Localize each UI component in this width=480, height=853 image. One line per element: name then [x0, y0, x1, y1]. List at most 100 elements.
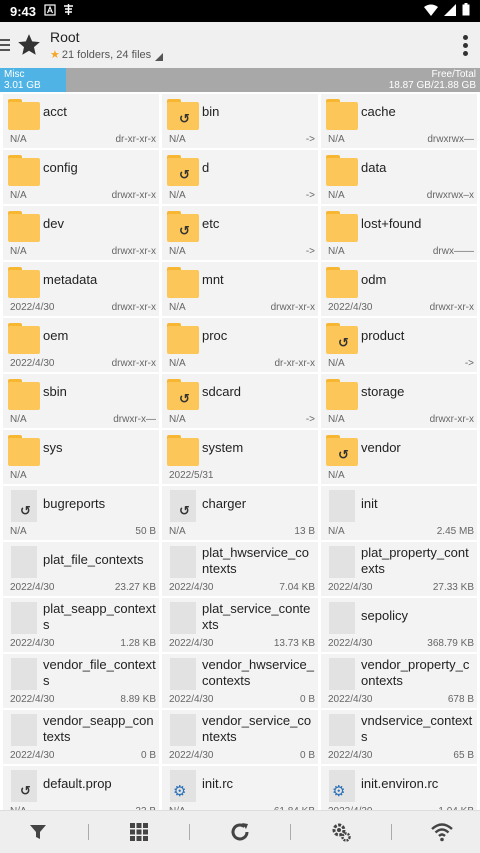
item-info: ->: [305, 246, 315, 257]
file-item[interactable]: ↺ sdcard N/A ->: [162, 374, 318, 428]
item-name: init.environ.rc: [361, 776, 439, 791]
file-item[interactable]: sys N/A: [3, 430, 159, 484]
filter-button[interactable]: [13, 812, 63, 852]
file-item[interactable]: dev N/A drwxr-xr-x: [3, 206, 159, 260]
file-item[interactable]: ↺ charger N/A 13 B: [162, 486, 318, 540]
file-item[interactable]: config N/A drwxr-xr-x: [3, 150, 159, 204]
file-item[interactable]: ↺ vendor N/A: [321, 430, 477, 484]
item-icon: [8, 98, 40, 130]
item-info: 7.04 KB: [279, 582, 315, 593]
file-item[interactable]: plat_hwservice_contexts 2022/4/30 7.04 KB: [162, 542, 318, 596]
file-item[interactable]: vendor_service_contexts 2022/4/30 0 B: [162, 710, 318, 764]
bookmark-star-icon[interactable]: [16, 32, 42, 58]
folder-icon: [8, 154, 40, 186]
folder-summary: ★ 21 folders, 24 files: [50, 48, 450, 61]
select-grid-button[interactable]: [114, 812, 164, 852]
item-meta: 2022/4/30 23.27 KB: [10, 582, 156, 593]
item-info: 0 B: [299, 694, 315, 705]
folder-icon: [326, 154, 358, 186]
file-item[interactable]: ↺ bin N/A ->: [162, 94, 318, 148]
item-icon: [167, 546, 199, 578]
item-date: N/A: [328, 470, 345, 481]
drawer-menu-icon[interactable]: [0, 39, 12, 51]
item-info: 8.89 KB: [120, 694, 156, 705]
file-item[interactable]: mnt N/A drwxr-xr-x: [162, 262, 318, 316]
location-titles[interactable]: Root ★ 21 folders, 24 files: [50, 29, 450, 61]
file-item[interactable]: vndservice_contexts 2022/4/30 65 B: [321, 710, 477, 764]
item-icon: [326, 98, 358, 130]
file-item[interactable]: plat_seapp_contexts 2022/4/30 1.28 KB: [3, 598, 159, 652]
item-date: N/A: [328, 358, 345, 369]
file-item[interactable]: storage N/A drwxr-xr-x: [321, 374, 477, 428]
settings-button[interactable]: [316, 812, 366, 852]
refresh-button[interactable]: [215, 812, 265, 852]
file-item[interactable]: data N/A drwxrwx–x: [321, 150, 477, 204]
item-date: N/A: [169, 190, 186, 201]
storage-category: Misc: [4, 69, 25, 80]
folder-icon: [8, 434, 40, 466]
file-item[interactable]: ↺ d N/A ->: [162, 150, 318, 204]
wifi-transfer-button[interactable]: [417, 812, 467, 852]
symlink-arrow-icon: ↺: [179, 391, 190, 406]
file-item[interactable]: plat_service_contexts 2022/4/30 13.73 KB: [162, 598, 318, 652]
config-gear-icon: ⚙: [173, 783, 187, 800]
item-date: 2022/4/30: [328, 638, 373, 649]
file-item[interactable]: lost+found N/A drwx——: [321, 206, 477, 260]
file-item[interactable]: plat_file_contexts 2022/4/30 23.27 KB: [3, 542, 159, 596]
file-item[interactable]: vendor_property_contexts 2022/4/30 678 B: [321, 654, 477, 708]
item-date: N/A: [328, 246, 345, 257]
item-name: bin: [202, 104, 220, 119]
file-item[interactable]: metadata 2022/4/30 drwxr-xr-x: [3, 262, 159, 316]
file-item[interactable]: ↺ etc N/A ->: [162, 206, 318, 260]
select-grid-icon: [129, 823, 148, 841]
notification-a-icon: [44, 3, 56, 19]
item-meta: N/A 2.45 MB: [328, 526, 474, 537]
file-item[interactable]: ↺ product N/A ->: [321, 318, 477, 372]
item-name: plat_property_contexts: [361, 545, 469, 576]
file-item[interactable]: init N/A 2.45 MB: [321, 486, 477, 540]
file-item[interactable]: system 2022/5/31: [162, 430, 318, 484]
storage-free-total-value: 18.87 GB/21.88 GB: [388, 80, 476, 91]
item-date: N/A: [10, 246, 27, 257]
folder-icon: [167, 266, 199, 298]
file-item[interactable]: plat_property_contexts 2022/4/30 27.33 KB: [321, 542, 477, 596]
item-meta: 2022/4/30 8.89 KB: [10, 694, 156, 705]
file-item[interactable]: ↺ bugreports N/A 50 B: [3, 486, 159, 540]
item-icon: [8, 658, 40, 690]
item-icon: [326, 378, 358, 410]
item-meta: N/A 13 B: [169, 526, 315, 537]
item-name: init.rc: [202, 776, 234, 791]
item-meta: N/A drwxr-xr-x: [10, 190, 156, 201]
item-name: data: [361, 160, 387, 175]
item-meta: 2022/4/30 drwxr-xr-x: [328, 302, 474, 313]
file-item[interactable]: cache N/A drwxrwx—: [321, 94, 477, 148]
storage-left-label: Misc 3.01 GB: [4, 69, 41, 91]
item-info: 23.27 KB: [114, 582, 156, 593]
item-name: plat_file_contexts: [43, 552, 144, 567]
file-item[interactable]: proc N/A dr-xr-xr-x: [162, 318, 318, 372]
item-icon: [326, 658, 358, 690]
item-name: config: [43, 160, 78, 175]
item-meta: 2022/4/30 7.04 KB: [169, 582, 315, 593]
item-icon: [8, 210, 40, 242]
item-meta: 2022/4/30 65 B: [328, 750, 474, 761]
file-item[interactable]: vendor_hwservice_contexts 2022/4/30 0 B: [162, 654, 318, 708]
file-item[interactable]: sepolicy 2022/4/30 368.79 KB: [321, 598, 477, 652]
file-item[interactable]: vendor_seapp_contexts 2022/4/30 0 B: [3, 710, 159, 764]
item-date: 2022/4/30: [169, 694, 214, 705]
file-item[interactable]: odm 2022/4/30 drwxr-xr-x: [321, 262, 477, 316]
item-info: dr-xr-xr-x: [274, 358, 315, 369]
file-item[interactable]: oem 2022/4/30 drwxr-xr-x: [3, 318, 159, 372]
file-item[interactable]: acct N/A dr-xr-xr-x: [3, 94, 159, 148]
item-name: etc: [202, 216, 220, 231]
file-item[interactable]: sbin N/A drwxr-x—: [3, 374, 159, 428]
item-name: metadata: [43, 272, 98, 287]
item-info: drwxr-xr-x: [429, 302, 474, 313]
file-icon: [170, 602, 196, 634]
item-meta: N/A drwxr-xr-x: [169, 302, 315, 313]
symlink-arrow-icon: ↺: [179, 503, 190, 518]
overflow-menu-icon[interactable]: [450, 34, 480, 56]
file-item[interactable]: vendor_file_contexts 2022/4/30 8.89 KB: [3, 654, 159, 708]
item-date: N/A: [10, 134, 27, 145]
item-info: drwxr-xr-x: [111, 358, 156, 369]
